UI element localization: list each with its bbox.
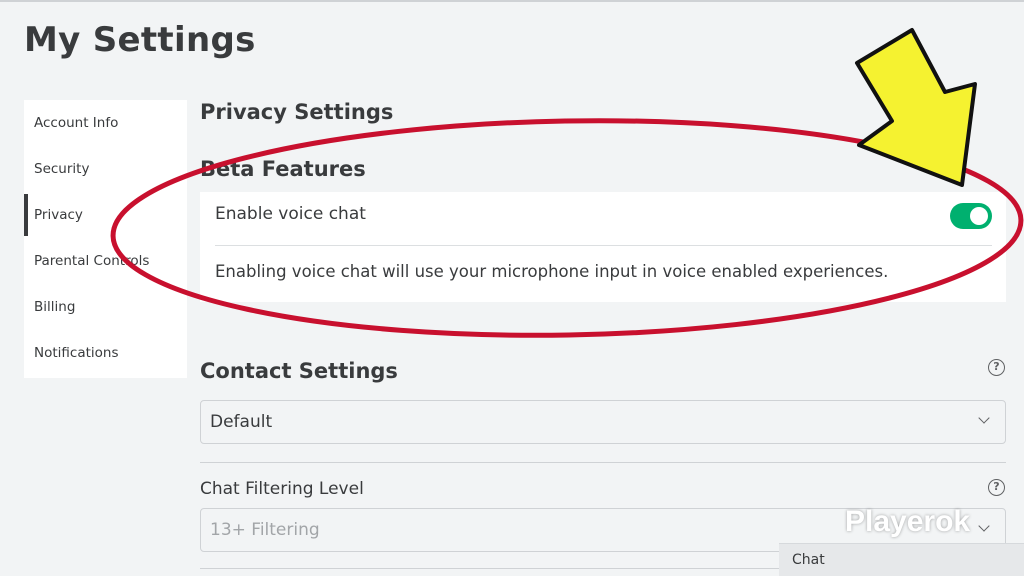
chat-label: Chat (792, 552, 825, 568)
contact-settings-select[interactable]: Default (200, 400, 1006, 444)
chat-filtering-value: 13+ Filtering (210, 520, 320, 540)
contact-settings-heading: Contact Settings (200, 359, 398, 383)
beta-features-card: Enable voice chat Enabling voice chat wi… (200, 192, 1006, 302)
chat-bar[interactable]: Chat (779, 543, 1024, 576)
privacy-settings-heading: Privacy Settings (200, 100, 394, 124)
sidebar-item-parental-controls[interactable]: Parental Controls (24, 238, 187, 284)
voice-chat-description: Enabling voice chat will use your microp… (215, 262, 889, 281)
question-circle-icon[interactable]: ? (988, 359, 1005, 376)
toggle-knob (970, 207, 988, 225)
sidebar-item-account-info[interactable]: Account Info (24, 100, 187, 146)
settings-sidebar: Account Info Security Privacy Parental C… (24, 100, 187, 378)
contact-settings-value: Default (210, 412, 273, 432)
beta-features-heading: Beta Features (200, 157, 366, 181)
top-divider (0, 0, 1024, 2)
beta-divider (215, 245, 992, 246)
watermark-logo: Playerok (845, 505, 971, 538)
sidebar-item-billing[interactable]: Billing (24, 284, 187, 330)
voice-chat-label: Enable voice chat (215, 204, 366, 224)
yellow-arrow-pointer (855, 28, 977, 187)
page-title: My Settings (24, 20, 256, 60)
chevron-down-icon (978, 412, 990, 424)
chat-filtering-label: Chat Filtering Level (200, 479, 364, 499)
section-divider (200, 462, 1006, 463)
sidebar-item-privacy[interactable]: Privacy (24, 192, 187, 238)
voice-chat-toggle[interactable] (950, 203, 992, 229)
sidebar-item-notifications[interactable]: Notifications (24, 330, 187, 376)
sidebar-item-security[interactable]: Security (24, 146, 187, 192)
question-circle-icon[interactable]: ? (988, 479, 1005, 496)
chevron-down-icon (978, 520, 990, 532)
